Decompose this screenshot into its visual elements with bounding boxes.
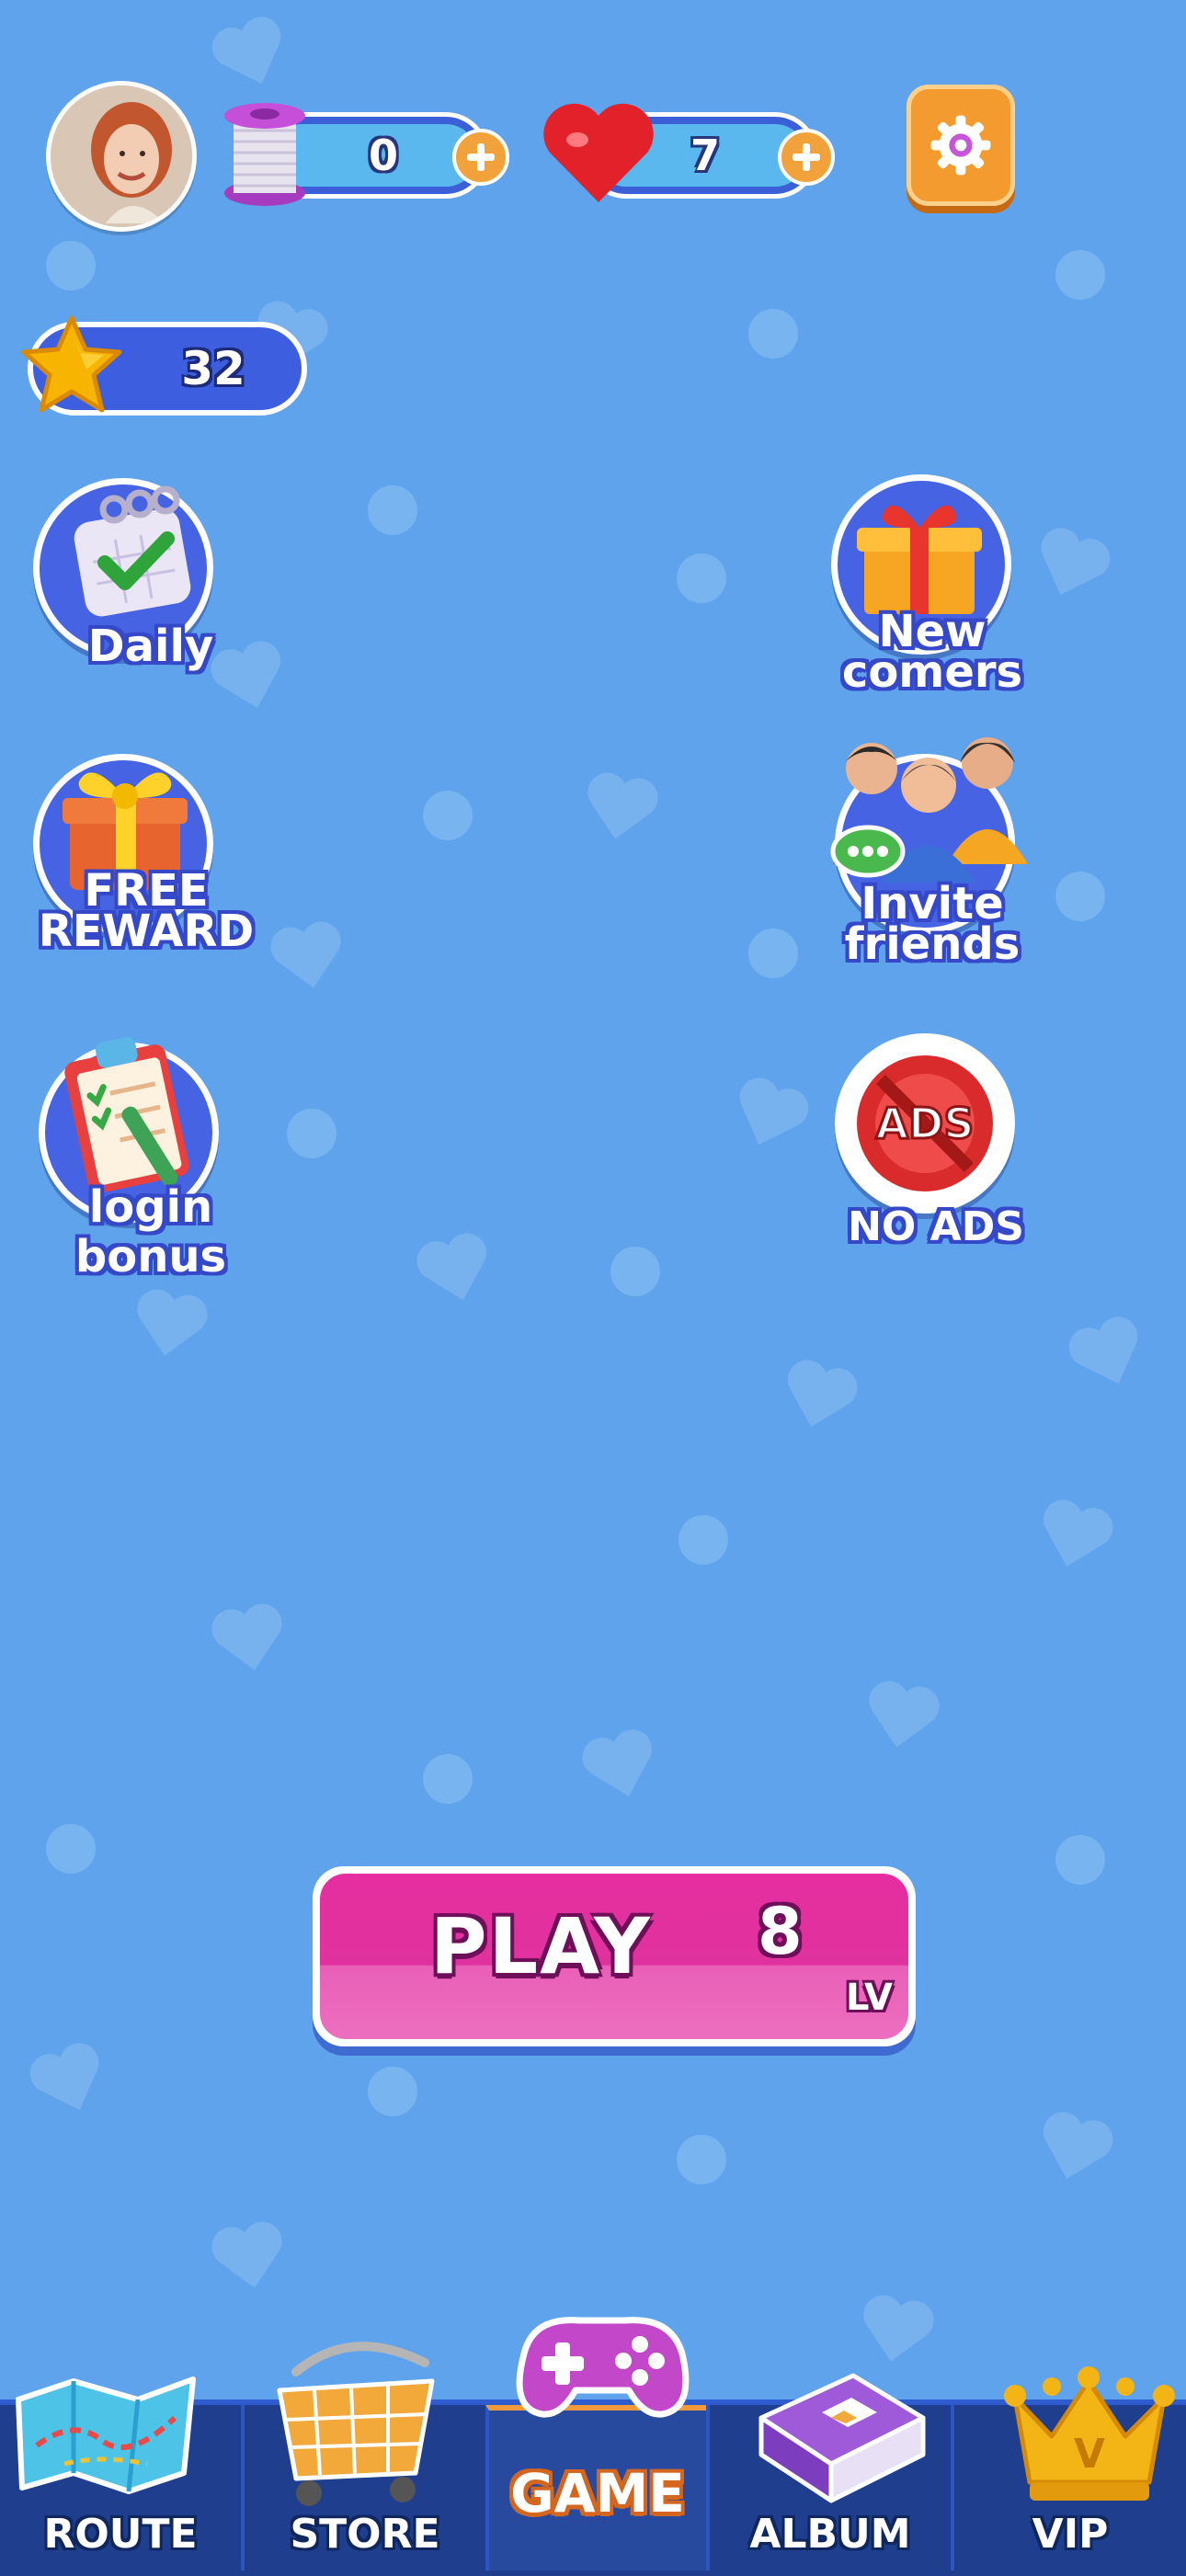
free-reward-button[interactable]: FREE REWARD <box>31 754 261 965</box>
calendar-check-icon <box>57 482 204 629</box>
gamepad-icon <box>506 2298 699 2436</box>
nav-game-label: GAME <box>510 2462 685 2525</box>
nav-album-label: ALBUM <box>749 2511 911 2558</box>
settings-button[interactable] <box>907 85 1015 206</box>
gift-box-icon <box>846 487 993 625</box>
heart-icon <box>541 99 656 208</box>
add-spools-button[interactable] <box>452 129 509 186</box>
daily-button[interactable]: Daily <box>31 478 270 690</box>
crown-icon: V <box>1002 2354 1177 2510</box>
login-bonus-button[interactable]: login bonus <box>31 1024 270 1291</box>
daily-label: Daily <box>87 621 214 672</box>
nav-vip-label: VIP <box>1032 2511 1109 2558</box>
star-count: 32 <box>181 342 245 395</box>
play-button[interactable]: PLAY 8 LV <box>313 1866 916 2046</box>
no-ads-button[interactable]: ADS NO ADS <box>816 1030 1055 1260</box>
gear-icon <box>930 115 991 176</box>
player-avatar[interactable] <box>46 81 197 232</box>
login-bonus-label-2: bonus <box>74 1231 227 1282</box>
level-unit: LV <box>846 1977 893 2019</box>
invite-friends-button[interactable]: Invite friends <box>813 726 1052 975</box>
shopping-basket-icon <box>259 2335 452 2510</box>
avatar-photo <box>51 85 192 227</box>
clipboard-checklist-icon <box>48 1024 213 1199</box>
play-label: PLAY <box>430 1901 652 1991</box>
ads-badge-text: ADS <box>876 1099 975 1148</box>
star-icon <box>17 311 127 421</box>
photo-album-icon <box>743 2363 936 2510</box>
friends-group-icon <box>820 726 1037 883</box>
vip-crown-letter: V <box>1074 2431 1105 2478</box>
add-lives-button[interactable] <box>778 129 835 186</box>
map-icon <box>9 2363 202 2501</box>
thread-spool-icon <box>221 99 309 208</box>
spool-count: 0 <box>368 131 398 180</box>
no-ads-icon: ADS <box>844 1043 1006 1204</box>
nav-route-label: ROUTE <box>43 2511 198 2558</box>
new-comers-label-2: comers <box>841 646 1023 698</box>
lives-count: 7 <box>690 131 720 180</box>
new-comers-button[interactable]: New comers <box>813 474 1052 704</box>
login-bonus-label-1: login <box>88 1181 213 1233</box>
nav-store-label: STORE <box>290 2511 440 2558</box>
free-reward-label-2: REWARD <box>38 906 255 957</box>
no-ads-label: NO ADS <box>848 1203 1024 1250</box>
invite-friends-label-2: friends <box>844 918 1021 970</box>
level-number: 8 <box>758 1894 803 1969</box>
